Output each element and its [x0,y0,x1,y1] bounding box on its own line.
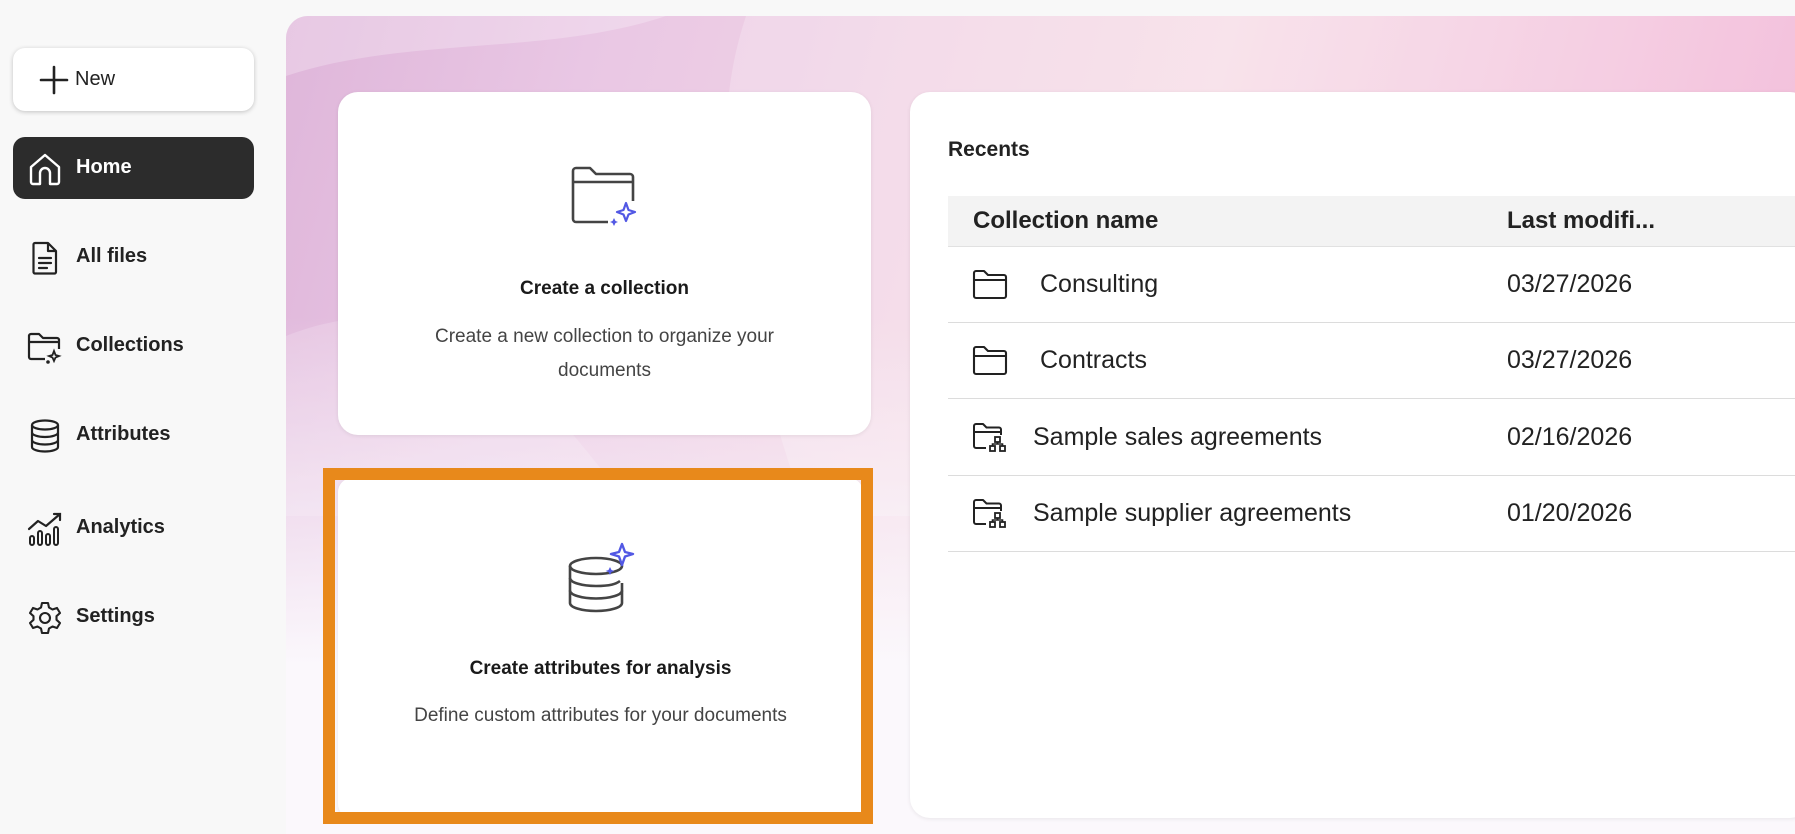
shared-folder-icon [973,423,1006,452]
table-row[interactable]: Sample supplier agreements 01/20/2026 [948,476,1795,552]
row-name: Sample sales agreements [1033,423,1323,451]
gear-icon [28,601,62,635]
card-description: Create a new collection to organize your… [434,326,775,381]
sidebar-item-label: Settings [76,605,155,627]
sidebar-item-settings[interactable]: Settings [13,586,254,648]
sidebar: New Home All files Collections Attribute… [0,0,270,834]
file-icon [32,241,58,275]
sidebar-item-home[interactable]: Home [13,137,254,199]
create-attributes-card[interactable]: Create attributes for analysis Define cu… [338,478,863,818]
sidebar-item-label: Home [76,156,132,178]
row-name: Consulting [1040,270,1159,298]
database-icon [30,419,60,453]
row-date: 03/27/2026 [1507,270,1633,298]
column-header-name[interactable]: Collection name [973,207,1158,235]
row-name: Contracts [1040,346,1147,374]
recents-title: Recents [948,138,1030,161]
sidebar-item-label: All files [76,245,148,267]
sidebar-item-collections[interactable]: Collections [13,315,254,377]
table-row[interactable]: Consulting 03/27/2026 [948,247,1795,323]
card-title: Create attributes for analysis [469,658,732,679]
recents-panel: Recents Collection name Last modifi... C… [910,92,1795,818]
sidebar-item-label: Attributes [76,423,171,445]
row-date: 01/20/2026 [1507,499,1633,527]
sidebar-item-label: Collections [76,334,184,356]
table-header: Collection name Last modifi... [948,196,1795,247]
collections-icon [27,332,62,364]
database-sparkle-icon [568,542,635,613]
folder-sparkle-icon [571,166,637,226]
row-date: 02/16/2026 [1507,423,1633,451]
create-collection-card[interactable]: Create a collection Create a new collect… [338,92,871,435]
sidebar-item-all-files[interactable]: All files [13,226,254,288]
shared-folder-icon [973,499,1006,528]
card-title: Create a collection [520,278,689,299]
card-description: Define custom attributes for your docume… [414,705,787,726]
folder-icon [972,345,1008,376]
new-button-label: New [75,68,116,90]
table-row[interactable]: Contracts 03/27/2026 [948,323,1795,399]
folder-icon [972,269,1008,300]
sidebar-item-attributes[interactable]: Attributes [13,404,254,466]
analytics-icon [27,512,62,546]
new-button[interactable]: New [13,48,254,111]
home-icon [29,153,61,186]
sidebar-item-analytics[interactable]: Analytics [13,497,254,559]
plus-icon [39,65,69,95]
table-row[interactable]: Sample sales agreements 02/16/2026 [948,400,1795,476]
row-date: 03/27/2026 [1507,346,1633,374]
sidebar-item-label: Analytics [76,516,165,538]
row-name: Sample supplier agreements [1033,499,1352,527]
column-header-last-modified[interactable]: Last modifi... [1507,207,1655,235]
